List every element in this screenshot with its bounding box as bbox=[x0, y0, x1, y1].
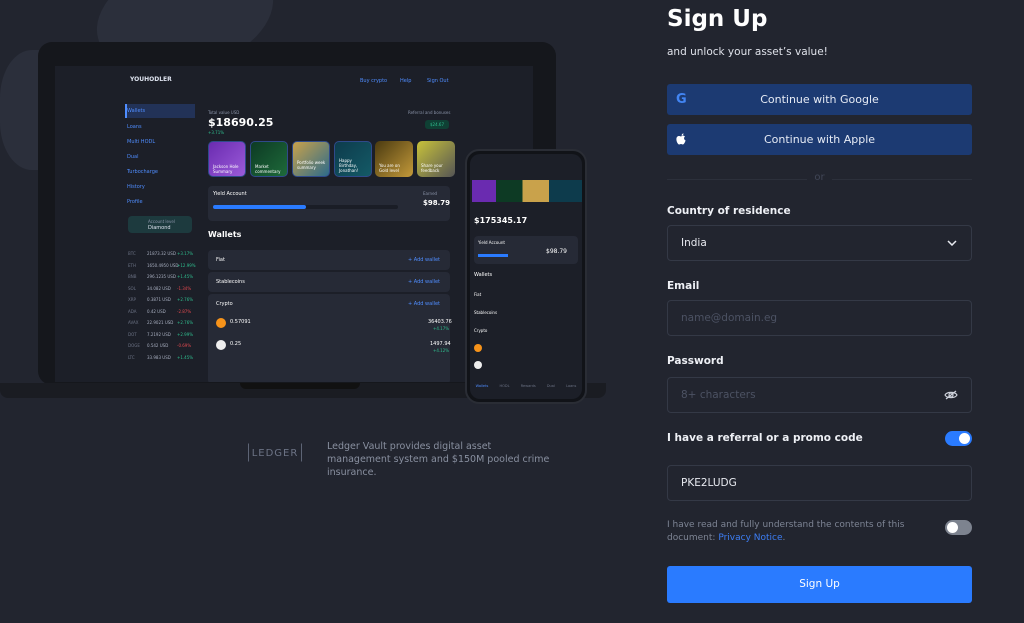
buy-crypto-button: Buy crypto bbox=[360, 78, 388, 84]
privacy-toggle[interactable] bbox=[945, 520, 972, 535]
laptop-screen: YOUHODLER Buy crypto Help Sign Out Walle… bbox=[55, 66, 533, 382]
sidebar-item: Multi HODL bbox=[127, 139, 156, 145]
ticker-cell: +3.17% bbox=[177, 251, 194, 256]
eye-off-icon[interactable] bbox=[944, 390, 958, 400]
email-input[interactable]: name@domain.eg bbox=[667, 300, 972, 336]
ticker-cell: -2.87% bbox=[177, 308, 192, 314]
story-tile: Happy Birthday, Jonathan! bbox=[334, 141, 372, 177]
ticker-cell: +12.99% bbox=[177, 262, 196, 268]
ticker-cell: 1650.4950 USD bbox=[147, 262, 179, 268]
ticker-cell: -0.69% bbox=[177, 343, 192, 348]
ledger-logo: LEDGER bbox=[248, 443, 302, 462]
promo-code-input[interactable]: PKE2LUDG bbox=[667, 465, 972, 501]
account-level-card: Account level Diamond bbox=[128, 216, 192, 233]
sign-up-button[interactable]: Sign Up bbox=[667, 566, 972, 603]
ticker-cell: 22.9021 USD bbox=[147, 320, 174, 325]
ticker-cell: AVAX bbox=[128, 320, 139, 325]
password-input[interactable]: 8+ characters bbox=[667, 377, 972, 413]
phone-screen: $175345.17 Yield Account $98.79 Wallets … bbox=[470, 154, 582, 399]
story-tile: Share your feedback bbox=[417, 141, 455, 177]
referral-toggle[interactable] bbox=[945, 431, 972, 446]
sidebar-item: Loans bbox=[127, 124, 142, 130]
yield-account-card: Yield Account Earned $98.79 bbox=[208, 186, 450, 221]
country-label: Country of residence bbox=[667, 205, 791, 217]
ticker-cell: 0.3871 USD bbox=[147, 297, 171, 302]
ticker-cell: +2.99% bbox=[177, 331, 194, 337]
ledger-description: Ledger Vault provides digital asset mana… bbox=[327, 441, 550, 478]
privacy-notice-link[interactable]: Privacy Notice bbox=[718, 533, 782, 543]
ticker-cell: +2.76% bbox=[177, 320, 194, 325]
ticker-cell: 296.1235 USD bbox=[147, 274, 176, 279]
ticker-cell: BTC bbox=[128, 251, 136, 256]
chevron-down-icon bbox=[947, 240, 957, 246]
phone-tab: Loans bbox=[566, 384, 577, 388]
google-icon: G bbox=[676, 92, 687, 107]
help-button: Help bbox=[400, 78, 412, 84]
sign-out-button: Sign Out bbox=[427, 78, 449, 84]
ticker-cell: +2.76% bbox=[177, 297, 194, 302]
ticker-cell: 21873.32 USD bbox=[147, 251, 176, 256]
continue-with-apple-button[interactable]: Continue with Apple bbox=[667, 124, 972, 155]
continue-with-google-button[interactable]: G Continue with Google bbox=[667, 84, 972, 115]
story-tile: Jackson Hole Summary bbox=[208, 141, 246, 177]
phone-tab: Rewards bbox=[520, 384, 536, 388]
ticker-cell: BNB bbox=[128, 274, 137, 279]
sidebar-item: History bbox=[127, 184, 145, 190]
ticker-cell: 0.542 USD bbox=[147, 343, 169, 348]
phone-tab: Dual bbox=[546, 384, 555, 388]
ticker-cell: DOT bbox=[128, 331, 137, 337]
ticker-cell: 34.082 USD bbox=[147, 285, 171, 291]
privacy-consent-text: I have read and fully understand the con… bbox=[667, 520, 905, 543]
story-tile: Market commentary bbox=[250, 141, 288, 177]
phone-tab-bar: Wallets HODL Rewards Dual Loans bbox=[470, 376, 582, 390]
ticker-cell: XRP bbox=[128, 297, 136, 302]
password-label: Password bbox=[667, 355, 724, 367]
ticker-cell: DOGE bbox=[128, 343, 140, 348]
sidebar-item: Dual bbox=[127, 154, 139, 160]
country-select[interactable]: India bbox=[667, 225, 972, 261]
ticker-cell: LTC bbox=[128, 354, 135, 360]
brand-logo: YOUHODLER bbox=[130, 76, 172, 83]
ticker-cell: -1.34% bbox=[177, 285, 192, 291]
or-divider: or bbox=[667, 172, 972, 186]
sidebar-item: Wallets bbox=[127, 108, 146, 114]
ticker-cell: +1.45% bbox=[177, 354, 194, 360]
email-label: Email bbox=[667, 280, 700, 292]
story-tile: Portfolio week summary bbox=[292, 141, 330, 177]
page-subtitle: and unlock your asset’s value! bbox=[667, 46, 828, 58]
apple-icon bbox=[676, 124, 687, 158]
ticker-cell: 33.983 USD bbox=[147, 354, 171, 360]
ticker-cell: SOL bbox=[128, 285, 136, 291]
referral-label: I have a referral or a promo code bbox=[667, 432, 863, 444]
ticker-cell: 0.42 USD bbox=[147, 308, 166, 314]
sidebar-item: Profile bbox=[127, 199, 143, 205]
sidebar-item: Turbocharge bbox=[127, 169, 158, 175]
total-value: $18690.25 bbox=[208, 116, 274, 129]
story-tile: You are on Gold level bbox=[375, 141, 413, 177]
phone-tab: Wallets bbox=[475, 384, 489, 388]
ticker-cell: ADA bbox=[128, 308, 137, 314]
phone-tab: HODL bbox=[499, 384, 510, 388]
ticker-cell: +1.45% bbox=[177, 274, 194, 279]
page-title: Sign Up bbox=[667, 6, 768, 32]
ticker-cell: 7.2192 USD bbox=[147, 331, 171, 337]
ticker-cell: ETH bbox=[128, 262, 136, 268]
